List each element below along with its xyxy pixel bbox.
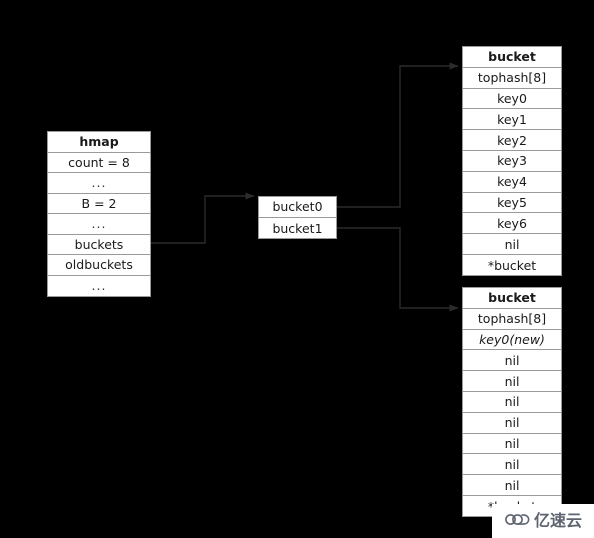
hmap-row-buckets: buckets <box>48 235 150 255</box>
hmap-row-b: B = 2 <box>48 194 150 214</box>
bucket-new-row-nil-3: nil <box>463 392 561 413</box>
bucket-new-header: bucket <box>463 288 561 309</box>
hmap-row-oldbuckets: oldbuckets <box>48 255 150 276</box>
bucket-old-row-key1: key1 <box>463 109 561 131</box>
bucket-new-row-nil-6: nil <box>463 454 561 476</box>
hmap-struct-box: hmap count = 8 ... B = 2 ... buckets old… <box>47 131 151 297</box>
bucket-old-row-key4: key4 <box>463 172 561 193</box>
bucket-old-row-nil: nil <box>463 234 561 255</box>
hmap-row-ellipsis-1: ... <box>48 173 150 194</box>
hmap-row-ellipsis-2: ... <box>48 214 150 235</box>
diagram-canvas: hmap count = 8 ... B = 2 ... buckets old… <box>0 0 594 538</box>
bucket-old-row-key3: key3 <box>463 151 561 172</box>
bucket-old-struct-box: bucket tophash[8] key0 key1 key2 key3 ke… <box>462 46 562 276</box>
bucket-new-row-nil-1: nil <box>463 350 561 372</box>
bucket-old-row-key5: key5 <box>463 193 561 214</box>
bucket-new-row-key0-new: key0(new) <box>463 330 561 351</box>
watermark-text: 亿速云 <box>533 511 582 530</box>
arrow-bucket1 <box>337 227 459 312</box>
bucket-old-row-key6: key6 <box>463 213 561 235</box>
cloud-icon <box>504 511 530 531</box>
bucket-old-row-key0: key0 <box>463 89 561 110</box>
bucket-pointer-bucket0: bucket0 <box>259 197 336 218</box>
bucket-new-row-nil-7: nil <box>463 475 561 496</box>
hmap-row-count: count = 8 <box>48 153 150 173</box>
bucket-old-row-key2: key2 <box>463 130 561 151</box>
arrow-hmap-buckets <box>151 192 255 244</box>
bucket-new-row-tophash: tophash[8] <box>463 309 561 330</box>
bucket-new-row-nil-2: nil <box>463 371 561 392</box>
bucket-new-struct-box: bucket tophash[8] key0(new) nil nil nil … <box>462 287 562 517</box>
watermark: 亿速云 <box>492 504 594 538</box>
hmap-header: hmap <box>48 132 150 153</box>
bucket-old-row-overflow-pointer: *bucket <box>487 257 537 273</box>
arrow-bucket0 <box>337 62 459 208</box>
hmap-row-ellipsis-3: ... <box>91 278 107 294</box>
bucket-new-row-nil-5: nil <box>463 434 561 455</box>
bucket-pointer-array-box: bucket0 bucket1 <box>258 196 337 239</box>
bucket-old-header: bucket <box>463 47 561 68</box>
bucket-old-row-tophash: tophash[8] <box>463 68 561 89</box>
bucket-new-row-nil-4: nil <box>463 413 561 434</box>
bucket-pointer-bucket1: bucket1 <box>272 220 323 236</box>
